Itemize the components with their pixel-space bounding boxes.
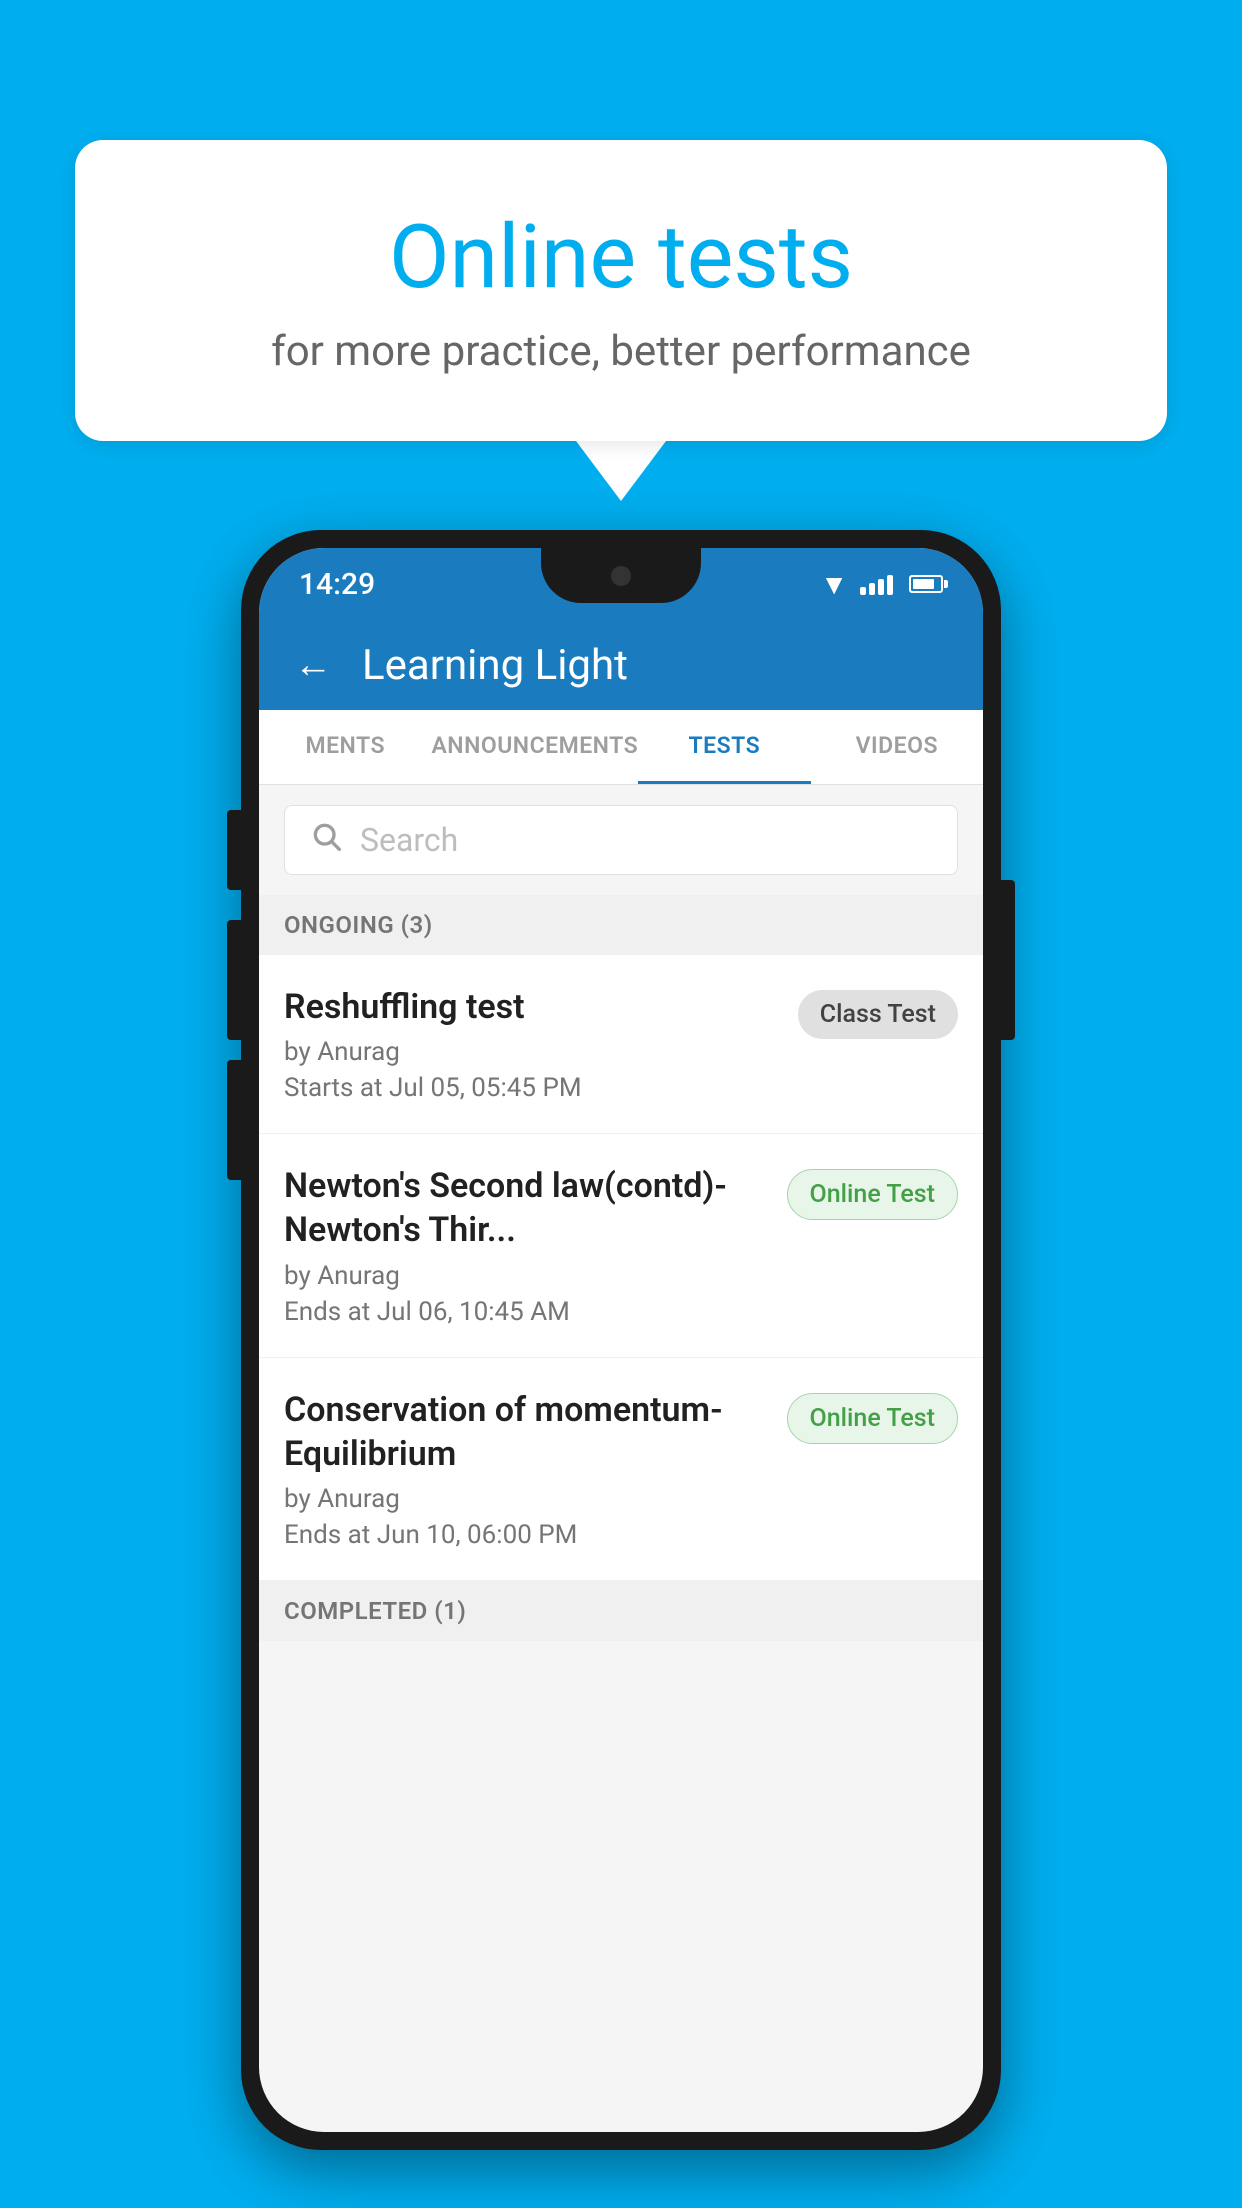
tab-announcements[interactable]: ANNOUNCEMENTS	[431, 710, 638, 784]
search-bar[interactable]: Search	[284, 805, 958, 875]
test-name: Conservation of momentum-Equilibrium	[284, 1388, 767, 1476]
test-list: Reshuffling test by Anurag Starts at Jul…	[259, 955, 983, 1581]
test-item[interactable]: Reshuffling test by Anurag Starts at Jul…	[259, 955, 983, 1134]
test-badge: Online Test	[787, 1169, 958, 1220]
phone-screen: 14:29 ▼	[259, 548, 983, 2132]
phone-container: 14:29 ▼	[241, 530, 1001, 2150]
test-badge: Class Test	[798, 990, 958, 1039]
test-info: Conservation of momentum-Equilibrium by …	[284, 1388, 767, 1550]
phone-button-volume-extra	[227, 1060, 241, 1180]
speech-bubble-subtitle: for more practice, better performance	[135, 327, 1107, 376]
status-icons: ▼	[820, 568, 943, 601]
test-badge: Online Test	[787, 1393, 958, 1444]
phone-button-volume-down	[227, 920, 241, 1040]
signal-icon	[860, 573, 893, 595]
status-bar: 14:29 ▼	[259, 548, 983, 620]
search-icon	[310, 820, 342, 860]
tab-ments[interactable]: MENTS	[259, 710, 431, 784]
status-time: 14:29	[299, 567, 375, 602]
section-completed: COMPLETED (1)	[259, 1581, 983, 1641]
test-info: Reshuffling test by Anurag Starts at Jul…	[284, 985, 778, 1103]
camera	[611, 566, 631, 586]
phone-button-power	[1001, 880, 1015, 1040]
test-time: Ends at Jun 10, 06:00 PM	[284, 1520, 767, 1550]
test-time: Starts at Jul 05, 05:45 PM	[284, 1073, 778, 1103]
tab-tests[interactable]: TESTS	[638, 710, 810, 784]
test-author: by Anurag	[284, 1261, 767, 1291]
test-author: by Anurag	[284, 1484, 767, 1514]
app-header: ← Learning Light	[259, 620, 983, 710]
speech-bubble-container: Online tests for more practice, better p…	[75, 140, 1167, 501]
speech-bubble: Online tests for more practice, better p…	[75, 140, 1167, 441]
test-author: by Anurag	[284, 1037, 778, 1067]
tabs-bar: MENTS ANNOUNCEMENTS TESTS VIDEOS	[259, 710, 983, 785]
test-item[interactable]: Newton's Second law(contd)-Newton's Thir…	[259, 1134, 983, 1357]
battery-icon	[909, 575, 943, 593]
speech-bubble-arrow	[576, 441, 666, 501]
back-button[interactable]: ←	[294, 643, 332, 687]
test-time: Ends at Jul 06, 10:45 AM	[284, 1297, 767, 1327]
test-item[interactable]: Conservation of momentum-Equilibrium by …	[259, 1358, 983, 1581]
section-ongoing: ONGOING (3)	[259, 895, 983, 955]
phone-frame: 14:29 ▼	[241, 530, 1001, 2150]
phone-button-volume-up	[227, 810, 241, 890]
search-container: Search	[259, 785, 983, 895]
test-name: Newton's Second law(contd)-Newton's Thir…	[284, 1164, 767, 1252]
test-info: Newton's Second law(contd)-Newton's Thir…	[284, 1164, 767, 1326]
search-placeholder: Search	[360, 821, 458, 859]
notch	[541, 548, 701, 603]
speech-bubble-title: Online tests	[135, 210, 1107, 307]
app-title: Learning Light	[362, 641, 628, 690]
tab-videos[interactable]: VIDEOS	[811, 710, 983, 784]
wifi-icon: ▼	[820, 568, 848, 601]
test-name: Reshuffling test	[284, 985, 778, 1029]
